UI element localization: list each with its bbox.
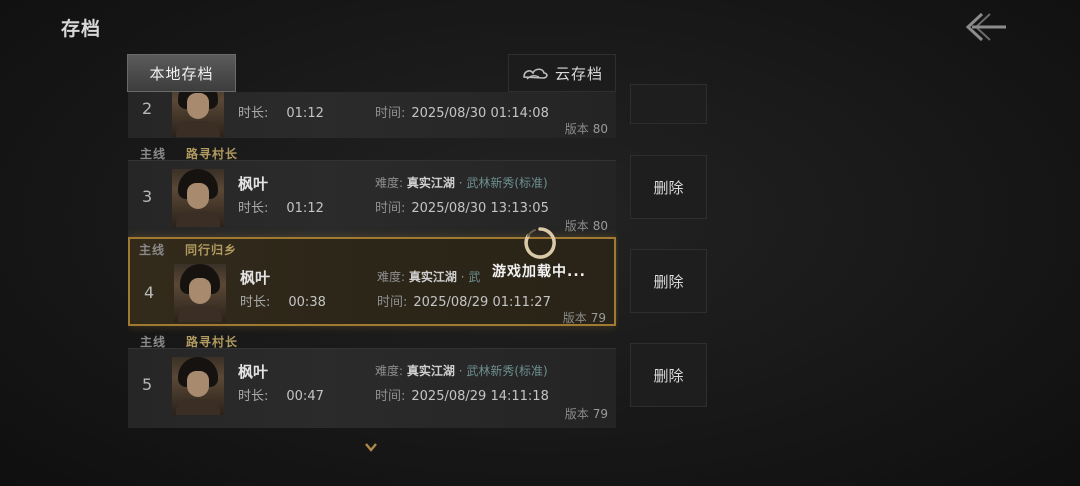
version: 版本 80	[564, 122, 608, 136]
cloud-icon	[523, 68, 548, 80]
duration: 时长: 00:38	[240, 295, 326, 310]
character-name: 枫叶	[238, 363, 269, 381]
delete-button[interactable]: 删除	[630, 155, 707, 219]
arrow-left-icon	[965, 12, 1006, 42]
character-portrait	[174, 264, 226, 322]
tab-cloud-label: 云存档	[554, 64, 603, 83]
quest-tag: 主线 同行归乡	[139, 243, 238, 257]
character-name: 枫叶	[240, 269, 271, 287]
slot-number: 2	[142, 99, 153, 118]
slot-number: 5	[142, 375, 153, 394]
character-name: 枫叶	[238, 175, 269, 193]
version: 版本 79	[562, 311, 606, 325]
loading-spinner-icon	[524, 227, 556, 259]
difficulty: 难度: 真实江湖 · 武林新秀(标准)	[375, 176, 548, 190]
save-time: 时间: 2025/08/29 14:11:18	[375, 389, 549, 404]
character-portrait	[172, 169, 224, 227]
tab-cloud-saves[interactable]: 云存档	[508, 54, 616, 92]
tab-local-saves[interactable]: 本地存档	[127, 54, 236, 92]
slot-number: 4	[144, 283, 155, 302]
version: 版本 80	[564, 219, 608, 233]
page-title: 存档	[61, 18, 102, 40]
duration: 时长: 01:12	[238, 106, 324, 121]
version: 版本 79	[564, 407, 608, 421]
delete-button[interactable]: 删除	[630, 249, 707, 313]
loading-text: 游戏加载中...	[492, 264, 586, 280]
character-portrait	[172, 357, 224, 415]
save-time: 时间: 2025/08/29 01:11:27	[377, 295, 551, 310]
delete-button[interactable]: 删除	[630, 343, 707, 407]
save-time: 时间: 2025/08/30 01:14:08	[375, 106, 549, 121]
character-portrait	[172, 92, 224, 137]
back-button[interactable]	[962, 10, 1010, 44]
save-slot-5[interactable]: 5 枫叶 时长: 00:47 难度: 真实江湖 · 武林新秀(标准) 时间: 202…	[128, 348, 616, 428]
duration: 时长: 01:12	[238, 201, 324, 216]
slot-number: 3	[142, 187, 153, 206]
save-time: 时间: 2025/08/30 13:13:05	[375, 201, 549, 216]
delete-button[interactable]	[630, 84, 707, 124]
difficulty: 难度: 真实江湖 · 武	[377, 270, 481, 284]
difficulty: 难度: 真实江湖 · 武林新秀(标准)	[375, 364, 548, 378]
chevron-down-icon[interactable]	[364, 441, 378, 453]
save-list[interactable]: 2 时长: 01:12 时间: 2025/08/30 01:14:08 版本 80 主…	[128, 92, 618, 428]
duration: 时长: 00:47	[238, 389, 324, 404]
save-slot-2[interactable]: 2 时长: 01:12 时间: 2025/08/30 01:14:08 版本 80	[128, 92, 616, 138]
